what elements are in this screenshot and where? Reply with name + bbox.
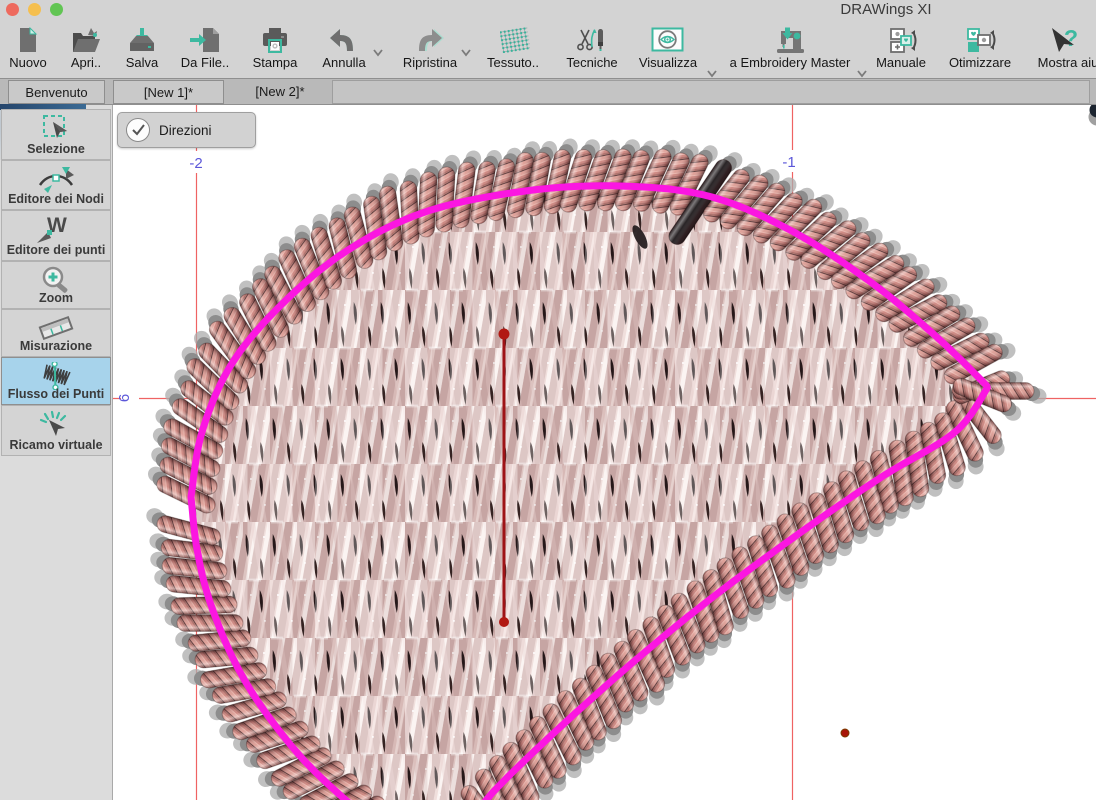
svg-text:6: 6 bbox=[116, 394, 133, 402]
svg-text:-1: -1 bbox=[782, 154, 795, 171]
svg-text:-2: -2 bbox=[189, 155, 202, 172]
